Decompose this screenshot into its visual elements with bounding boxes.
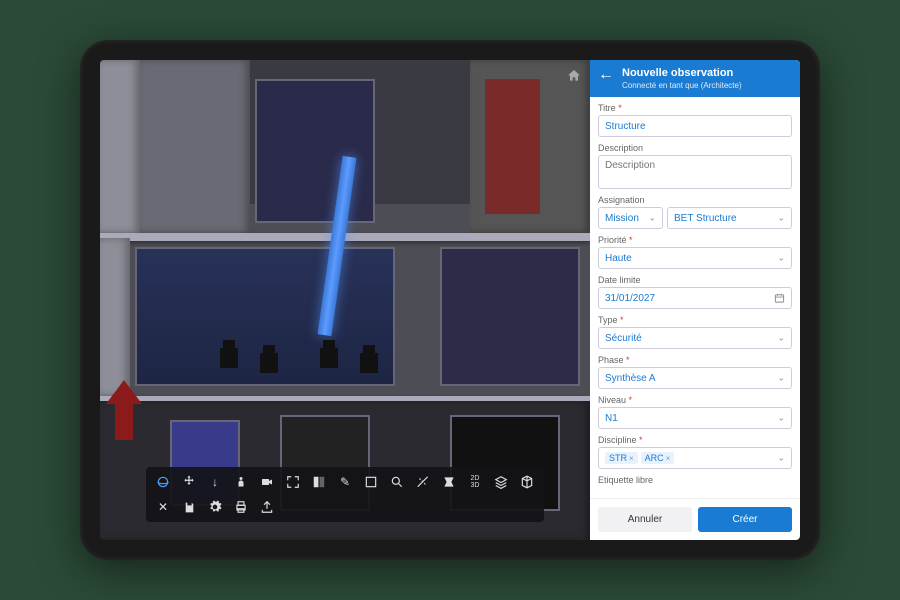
tablet-frame: ↓ ✎ 2D3D ✕ (80, 40, 820, 560)
phase-label: Phase * (598, 355, 792, 365)
panel-header: ← Nouvelle observation Connecté en tant … (590, 60, 800, 97)
description-input[interactable] (598, 155, 792, 189)
priority-label: Priorité * (598, 235, 792, 245)
viewer-toolbar: ↓ ✎ 2D3D ✕ (146, 467, 544, 522)
pan-icon[interactable] (178, 471, 200, 493)
chevron-down-icon: ⌄ (777, 373, 785, 384)
orbit-icon[interactable] (152, 471, 174, 493)
discipline-chip[interactable]: STR × (605, 452, 638, 464)
chevron-down-icon: ⌄ (777, 213, 785, 224)
export-icon[interactable] (256, 496, 278, 518)
assignation-label: Assignation (598, 195, 792, 205)
print-icon[interactable] (230, 496, 252, 518)
chevron-down-icon: ⌄ (777, 453, 785, 464)
toolbar-row-2: ✕ (152, 496, 538, 518)
chip-remove-icon[interactable]: × (629, 454, 634, 463)
close-icon[interactable]: ✕ (152, 496, 174, 518)
calendar-icon (774, 293, 785, 304)
description-label: Description (598, 143, 792, 153)
title-label: Titre * (598, 103, 792, 113)
chevron-down-icon: ⌄ (777, 253, 785, 264)
type-label: Type * (598, 315, 792, 325)
phase-select[interactable]: Synthèse A⌄ (598, 367, 792, 389)
area-icon[interactable] (360, 471, 382, 493)
title-input[interactable] (598, 115, 792, 137)
layers-icon[interactable] (490, 471, 512, 493)
level-select[interactable]: N1⌄ (598, 407, 792, 429)
discipline-chip[interactable]: ARC × (641, 452, 675, 464)
save-icon[interactable] (178, 496, 200, 518)
pencil-icon[interactable]: ✎ (334, 471, 356, 493)
observation-panel: ← Nouvelle observation Connecté en tant … (590, 60, 800, 540)
panel-footer: Annuler Créer (590, 498, 800, 540)
fit-icon[interactable] (282, 471, 304, 493)
viewcube-icon[interactable]: 2D3D (464, 471, 486, 493)
gear-icon[interactable] (204, 496, 226, 518)
section-icon[interactable] (438, 471, 460, 493)
cancel-button[interactable]: Annuler (598, 507, 692, 532)
cube-icon[interactable] (516, 471, 538, 493)
type-select[interactable]: Sécurité⌄ (598, 327, 792, 349)
freetag-label: Etiquette libre (598, 475, 792, 485)
model-viewport[interactable]: ↓ ✎ 2D3D ✕ (100, 60, 590, 540)
deadline-input[interactable]: 31/01/2027 (598, 287, 792, 309)
discipline-label: Discipline * (598, 435, 792, 445)
level-label: Niveau * (598, 395, 792, 405)
chevron-down-icon: ⌄ (777, 413, 785, 424)
discipline-select[interactable]: STR × ARC × ⌄ (598, 447, 792, 469)
panel-title: Nouvelle observation (622, 67, 742, 79)
home-icon[interactable] (566, 68, 582, 84)
create-button[interactable]: Créer (698, 507, 792, 532)
chevron-down-icon: ⌄ (777, 333, 785, 344)
measure-icon[interactable] (412, 471, 434, 493)
panel-body: Titre * Description Assignation Mission⌄… (590, 97, 800, 498)
chevron-down-icon: ⌄ (648, 213, 656, 224)
toolbar-row-1: ↓ ✎ 2D3D (152, 471, 538, 493)
compare-icon[interactable] (308, 471, 330, 493)
camera-icon[interactable] (256, 471, 278, 493)
priority-select[interactable]: Haute⌄ (598, 247, 792, 269)
search-icon[interactable] (386, 471, 408, 493)
assignation-value-select[interactable]: BET Structure⌄ (667, 207, 792, 229)
deadline-label: Date limite (598, 275, 792, 285)
walk-icon[interactable]: ↓ (204, 471, 226, 493)
panel-subtitle: Connecté en tant que (Architecte) (622, 81, 742, 90)
back-arrow-icon[interactable]: ← (598, 67, 614, 83)
chip-remove-icon[interactable]: × (666, 454, 671, 463)
app-screen: ↓ ✎ 2D3D ✕ (100, 60, 800, 540)
assignation-scope-select[interactable]: Mission⌄ (598, 207, 663, 229)
person-icon[interactable] (230, 471, 252, 493)
